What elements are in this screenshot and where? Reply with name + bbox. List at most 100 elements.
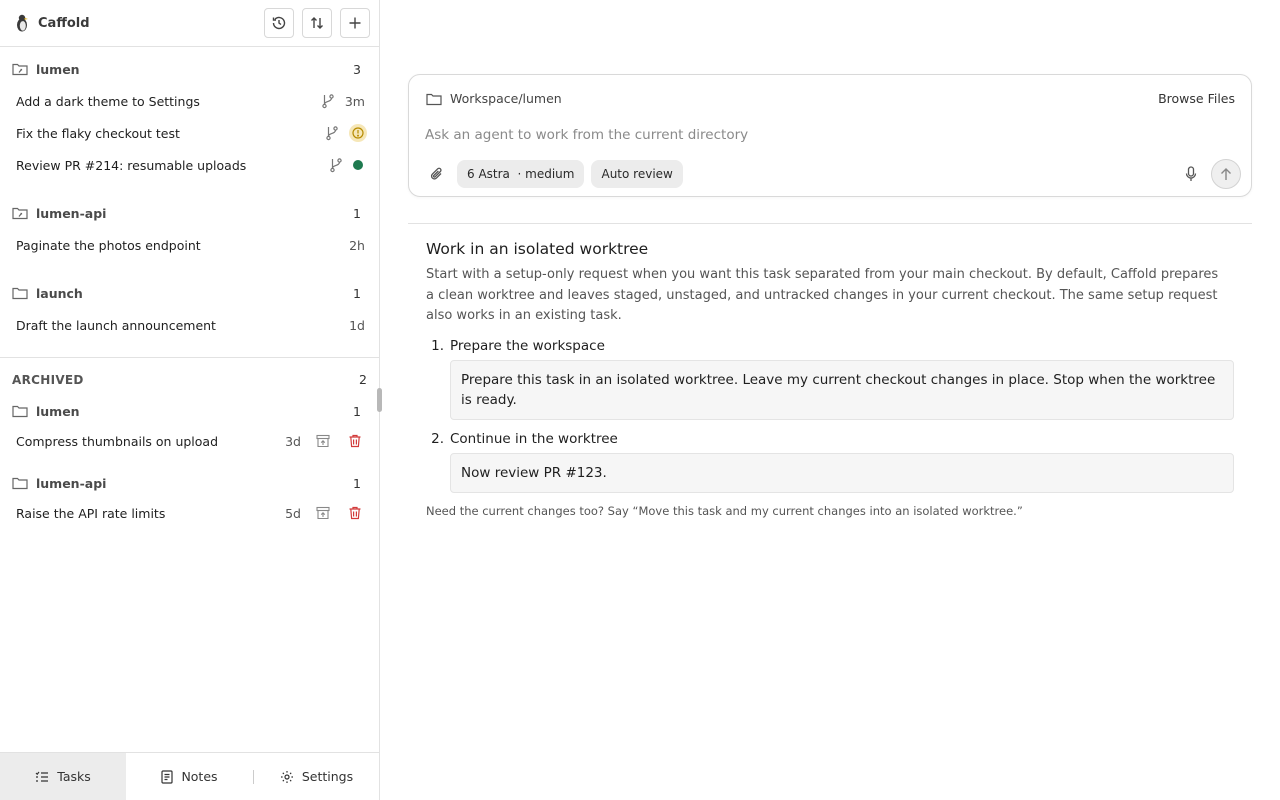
archived-task-item[interactable]: Raise the API rate limits 5d [0,500,379,526]
folder-icon [12,477,28,490]
group-name: lumen-api [36,205,107,221]
task-title: Raise the API rate limits [16,505,166,521]
microphone-icon[interactable] [1185,166,1197,182]
sort-icon [311,17,323,29]
group-name: lumen-api [36,475,107,491]
nav-tasks[interactable]: Tasks [0,752,126,800]
warning-status-icon [349,124,367,142]
step-title: Continue in the worktree [450,431,618,447]
task-age: 3d [285,433,301,449]
model-selector[interactable]: 6 Astra · medium [457,160,585,188]
group-count: 3 [353,61,361,77]
done-status-dot [353,160,363,170]
archived-task-item[interactable]: Compress thumbnails on upload 3d [0,428,379,454]
bottom-nav: Tasks Notes Settings [0,752,379,800]
nav-label: Notes [181,769,218,784]
guide-step: 2. Continue in the worktree Now review P… [426,431,1234,493]
project-group-lumen[interactable]: lumen 3 [0,57,379,81]
folder-icon [426,93,442,105]
nav-notes[interactable]: Notes [126,753,253,800]
branch-icon [321,93,335,109]
task-item[interactable]: Fix the flaky checkout test [0,120,379,146]
branch-icon [329,157,343,173]
arrow-up-icon [1221,168,1231,180]
delete-icon[interactable] [345,434,365,448]
nav-label: Tasks [57,769,91,784]
branch-icon [325,125,339,141]
history-button[interactable] [264,8,294,38]
send-button[interactable] [1211,159,1241,189]
directory-row: Workspace/lumen Browse Files [426,91,1235,106]
browse-files-button[interactable]: Browse Files [1158,91,1235,106]
history-icon [272,16,286,30]
group-count: 1 [353,285,361,301]
sidebar: Caffold lumen 3 Add a dark theme to Sett… [0,0,380,800]
folder-icon [12,405,28,418]
task-title: Fix the flaky checkout test [16,125,180,141]
linked-folder-icon [12,207,28,220]
archived-count: 2 [359,372,367,387]
linked-folder-icon [12,63,28,76]
notes-icon [161,769,174,784]
group-name: lumen [36,403,80,419]
group-name: lumen [36,61,80,77]
step-number: 1. [431,338,444,354]
paperclip-icon[interactable] [425,166,449,182]
sidebar-resize-handle[interactable] [377,388,382,412]
group-count: 1 [353,475,361,491]
task-title: Compress thumbnails on upload [16,433,219,449]
brand: Caffold [14,14,256,32]
archived-group-lumen[interactable]: lumen 1 [0,399,379,423]
group-name: launch [36,285,83,301]
step-title: Prepare the workspace [450,338,605,354]
folder-icon [12,287,28,300]
delete-icon[interactable] [345,506,365,520]
penguin-logo-icon [14,14,30,32]
task-title: Add a dark theme to Settings [16,93,200,109]
task-title: Draft the launch announcement [16,317,216,333]
tasks-icon [35,771,49,782]
sidebar-header: Caffold [0,0,379,47]
project-group-launch[interactable]: launch 1 [0,281,379,305]
guide-body: Start with a setup-only request when you… [426,267,1219,323]
group-count: 1 [353,403,361,419]
task-age: 5d [285,505,301,521]
archived-group-lumen-api[interactable]: lumen-api 1 [0,471,379,495]
nav-label: Settings [301,769,354,784]
prompt-composer: Workspace/lumen Browse Files 6 Astra · m… [408,74,1252,197]
task-title: Paginate the photos endpoint [16,237,201,253]
new-task-button[interactable] [340,8,370,38]
example-prompt[interactable]: Prepare this task in an isolated worktre… [450,360,1234,420]
current-directory: Workspace/lumen [450,91,562,106]
step-number: 2. [431,431,444,447]
project-group-lumen-api[interactable]: lumen-api 1 [0,201,379,225]
divider [0,357,379,358]
worktree-guide: Work in an isolated worktree Start with … [426,240,1234,518]
archived-section-header[interactable]: ARCHIVED 2 [12,372,367,387]
task-item[interactable]: Review PR #214: resumable uploads [0,152,379,178]
unarchive-icon[interactable] [313,506,333,520]
task-age: 3m [344,93,365,109]
task-age: 1d [349,317,365,333]
prompt-input[interactable] [425,127,1125,143]
task-title: Review PR #214: resumable uploads [16,157,247,173]
app-name: Caffold [38,15,90,31]
plus-icon [349,17,361,29]
nav-settings[interactable]: Settings [254,753,379,800]
divider [408,223,1252,224]
archived-label: ARCHIVED [12,372,84,387]
gear-icon [280,770,293,783]
review-mode-selector[interactable]: Auto review [591,160,683,188]
unarchive-icon[interactable] [313,434,333,448]
guide-footer: Need the current changes too? Say “Move … [426,504,1023,518]
task-item[interactable]: Add a dark theme to Settings 3m [0,88,379,114]
guide-step: 1. Prepare the workspace Prepare this ta… [426,338,1234,420]
task-age: 2h [349,237,365,253]
group-count: 1 [353,205,361,221]
guide-title: Work in an isolated worktree [426,240,649,258]
task-item[interactable]: Paginate the photos endpoint 2h [0,232,379,258]
example-prompt[interactable]: Now review PR #123. [450,453,1234,493]
composer-toolbar: 6 Astra · medium Auto review [425,159,1241,189]
sort-button[interactable] [302,8,332,38]
task-item[interactable]: Draft the launch announcement 1d [0,312,379,338]
